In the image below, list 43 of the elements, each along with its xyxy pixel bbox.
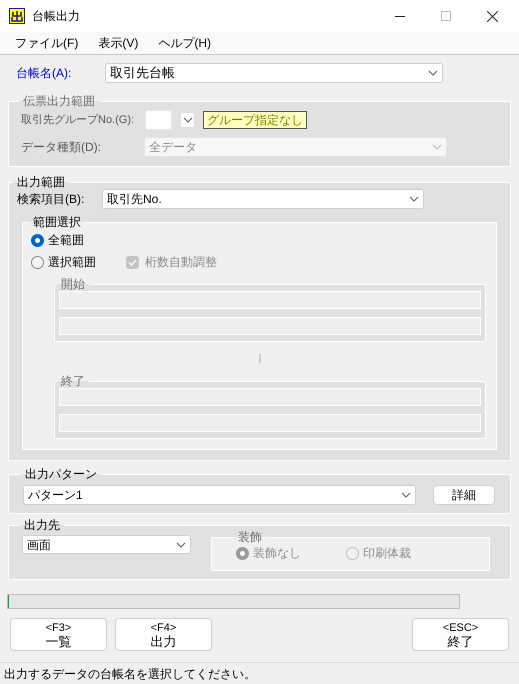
- chevron-down-icon: [176, 542, 186, 548]
- range-separator-icon: [258, 352, 262, 364]
- radio-button[interactable]: [31, 256, 44, 268]
- app-icon: [9, 8, 25, 24]
- menu-item[interactable]: ヘルプ(H): [158, 34, 211, 52]
- chevron-down-icon: [409, 196, 419, 202]
- radio-label: 全範囲: [48, 232, 84, 249]
- chevron-down-icon: [428, 70, 438, 76]
- maximize-icon: [441, 11, 451, 21]
- group-title: 出力範囲: [16, 175, 66, 189]
- radio-button[interactable]: [31, 234, 44, 246]
- pattern-dropdown[interactable]: パターン1: [23, 485, 416, 505]
- group-title: 出力パターン: [24, 467, 98, 481]
- function-key-button[interactable]: <F3> 一覧: [10, 618, 107, 651]
- chevron-down-icon: [401, 492, 411, 498]
- group-title: 出力先: [23, 518, 61, 532]
- radio-label: 印刷体裁: [363, 545, 411, 562]
- field-label: データ種類(D):: [21, 139, 102, 156]
- group-title: 装飾: [237, 530, 263, 544]
- radio-label: 選択範囲: [48, 254, 96, 271]
- group-title: 終了: [60, 374, 86, 388]
- chevron-down-icon: [432, 144, 442, 150]
- output-destination-dropdown[interactable]: 画面: [22, 535, 191, 554]
- group-title: 範囲選択: [32, 215, 82, 229]
- field-label: 検索項目(B):: [17, 191, 86, 208]
- function-key-button[interactable]: <F4> 出力: [115, 618, 212, 651]
- function-key-button[interactable]: <ESC> 終了: [412, 618, 509, 651]
- checkbox-label: 桁数自動調整: [145, 254, 217, 271]
- group-status-label: グループ指定なし: [203, 111, 307, 129]
- chevron-down-icon: [182, 117, 192, 123]
- menu-item[interactable]: ファイル(F): [15, 34, 78, 52]
- status-text: 出力するデータの台帳名を選択してください。: [4, 666, 256, 682]
- search-item-dropdown[interactable]: 取引先No.: [102, 189, 424, 209]
- group-title: 伝票出力範囲: [22, 94, 96, 108]
- field-label: 取引先グループNo.(G):: [21, 112, 136, 128]
- menu-item[interactable]: 表示(V): [98, 34, 138, 52]
- group-title: 開始: [60, 277, 86, 291]
- close-icon: [486, 10, 498, 22]
- radio-label: 装飾なし: [253, 545, 301, 562]
- ledger-dropdown[interactable]: 取引先台帳: [105, 63, 443, 83]
- details-button[interactable]: 詳細: [433, 485, 495, 505]
- field-label: 台帳名(A):: [16, 65, 72, 82]
- window-title: 台帳出力: [32, 8, 80, 25]
